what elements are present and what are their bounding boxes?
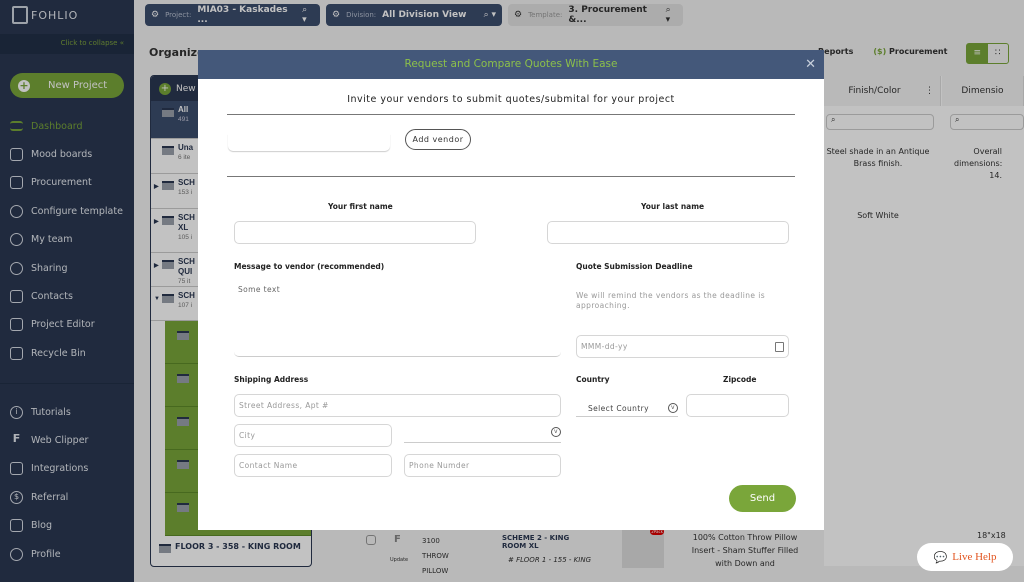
deadline-label: Quote Submission Deadline: [576, 262, 693, 271]
chevron-down-icon: v: [668, 403, 678, 413]
first-name-label: Your first name: [328, 202, 393, 211]
modal-header: Request and Compare Quotes With Ease ✕: [198, 50, 824, 79]
country-label: Country: [576, 375, 610, 384]
shipping-label: Shipping Address: [234, 375, 309, 384]
contact-name-input[interactable]: Contact Name: [234, 454, 392, 477]
add-vendor-button[interactable]: Add vendor: [405, 129, 471, 150]
country-value: Select Country: [588, 403, 649, 413]
deadline-note: We will remind the vendors as the deadli…: [576, 291, 766, 310]
state-select[interactable]: v: [404, 426, 561, 443]
message-textarea[interactable]: Some text: [234, 281, 561, 357]
contact-placeholder: Contact Name: [239, 461, 298, 470]
last-name-input[interactable]: [547, 221, 789, 244]
divider: [227, 114, 795, 115]
phone-placeholder: Phone Numder: [409, 461, 470, 470]
modal-subtitle: Invite your vendors to submit quotes/sub…: [347, 94, 675, 105]
send-button[interactable]: Send: [729, 485, 796, 512]
request-quotes-modal: Request and Compare Quotes With Ease ✕ In…: [198, 50, 824, 530]
chevron-down-icon: v: [551, 427, 561, 437]
city-placeholder: City: [239, 431, 256, 440]
first-name-input[interactable]: [234, 221, 476, 244]
city-input[interactable]: City: [234, 424, 392, 447]
chat-icon: 💬: [933, 551, 948, 564]
street-input[interactable]: Street Address, Apt #: [234, 394, 561, 417]
live-help-label: Live Help: [952, 551, 997, 563]
message-value: Some text: [238, 285, 281, 294]
street-placeholder: Street Address, Apt #: [239, 401, 329, 410]
live-help-button[interactable]: 💬 Live Help: [917, 543, 1013, 571]
vendor-email-input[interactable]: [228, 134, 390, 151]
modal-title: Request and Compare Quotes With Ease: [404, 58, 618, 70]
message-label: Message to vendor (recommended): [234, 262, 385, 271]
last-name-label: Your last name: [641, 202, 705, 211]
date-placeholder: MMM-dd-yy: [581, 342, 628, 351]
close-icon[interactable]: ✕: [805, 50, 816, 79]
phone-input[interactable]: Phone Numder: [404, 454, 561, 477]
calendar-icon[interactable]: [775, 341, 784, 352]
divider: [227, 176, 795, 177]
zipcode-label: Zipcode: [723, 375, 757, 384]
country-select[interactable]: Select Country v: [576, 400, 678, 417]
zipcode-input[interactable]: [686, 394, 789, 417]
deadline-date-input[interactable]: MMM-dd-yy: [576, 335, 789, 358]
